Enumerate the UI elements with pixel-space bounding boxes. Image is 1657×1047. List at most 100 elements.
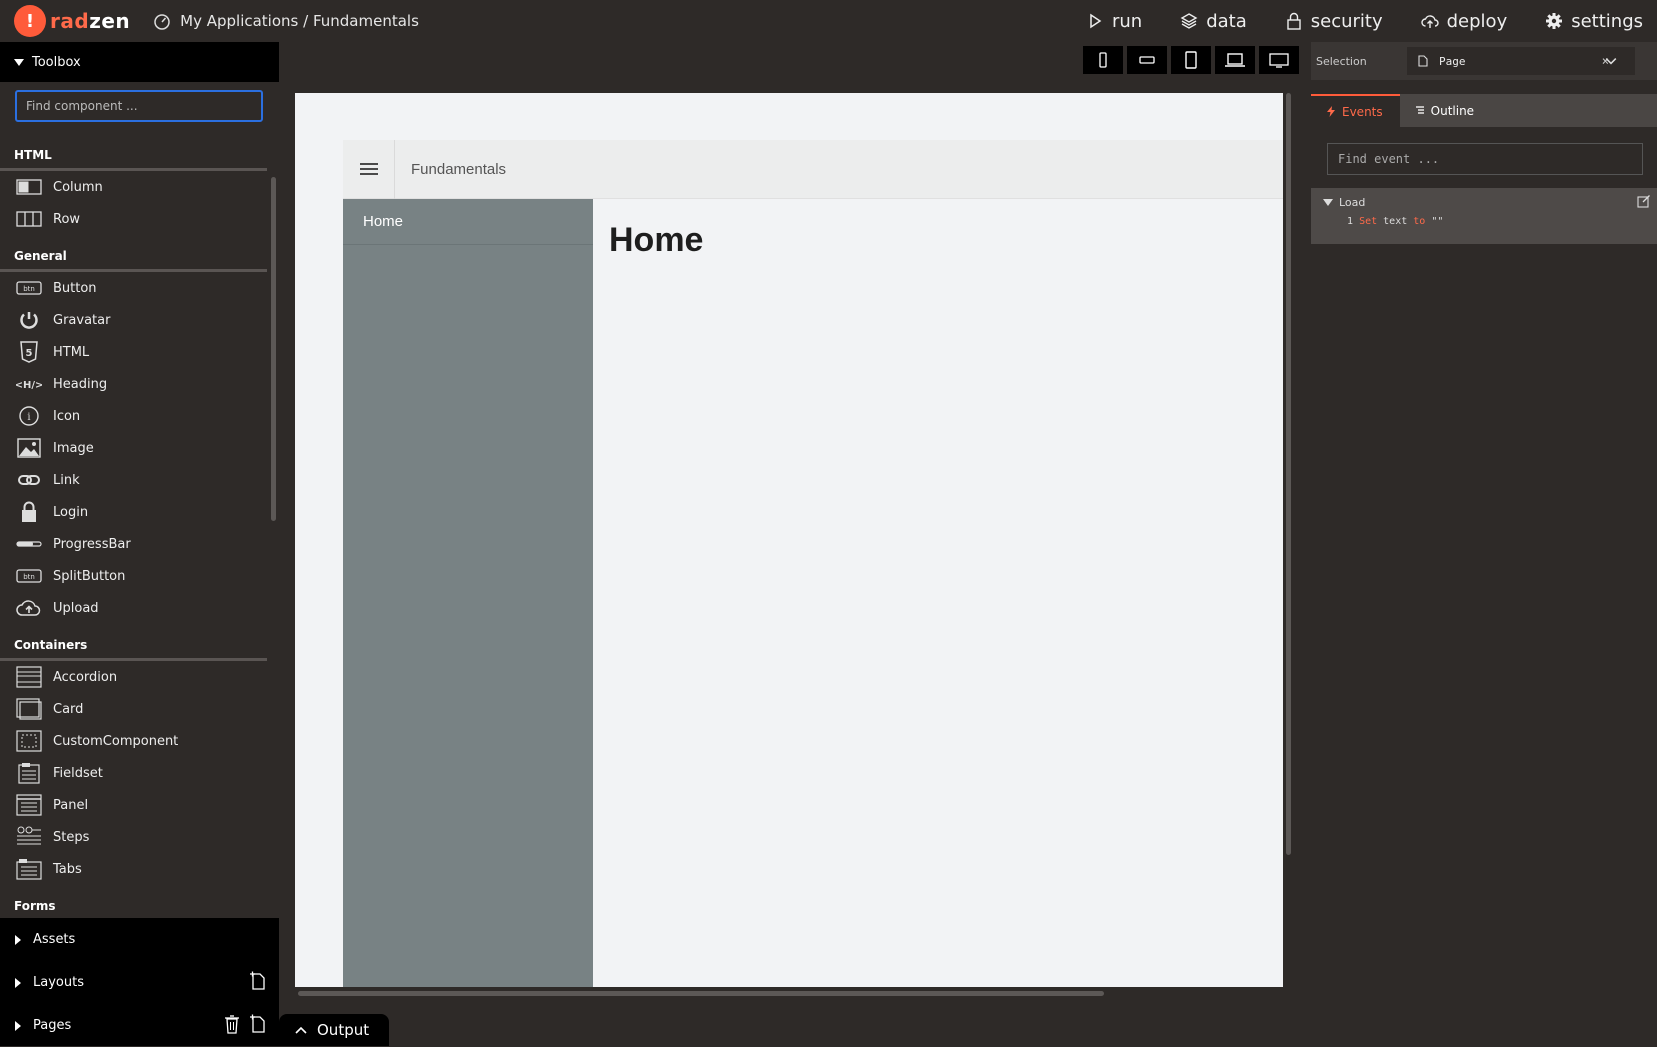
accordion-icon — [16, 666, 42, 688]
tool-accordion[interactable]: Accordion — [0, 661, 279, 693]
tool-panel[interactable]: Panel — [0, 789, 279, 821]
customcomponent-icon — [16, 730, 42, 752]
tool-link[interactable]: Link — [0, 464, 279, 496]
toolbox-sidebar: Toolbox HTML Column Row General btnButto… — [0, 42, 279, 1046]
expand-triangle-icon — [15, 977, 21, 988]
svg-text:btn: btn — [23, 285, 35, 293]
design-canvas[interactable]: Fundamentals Home Home — [295, 93, 1283, 987]
tool-fieldset[interactable]: Fieldset — [0, 757, 279, 789]
app-title: Fundamentals — [411, 160, 507, 178]
device-phone-portrait-button[interactable] — [1083, 46, 1123, 74]
load-event-block[interactable]: Load 1 Set text to "" — [1311, 188, 1657, 244]
selection-label: Selection — [1316, 54, 1367, 68]
logo-text: radzen — [50, 9, 131, 33]
tool-splitbutton[interactable]: btn SplitButton — [0, 560, 279, 592]
cloud-upload-icon — [1420, 15, 1439, 28]
tab-outline[interactable]: Outline — [1400, 94, 1491, 127]
app-header[interactable]: Fundamentals — [343, 139, 1283, 199]
find-component-input[interactable] — [15, 90, 263, 122]
tool-image[interactable]: Image — [0, 432, 279, 464]
tool-login[interactable]: Login — [0, 496, 279, 528]
nav-data[interactable]: data — [1180, 11, 1247, 32]
lightning-icon — [1327, 106, 1335, 117]
toolbox-header[interactable]: Toolbox — [0, 42, 279, 82]
event-action-line[interactable]: 1 Set text to "" — [1311, 216, 1657, 227]
properties-panel: Selection Page × Events Outline Load 1 S… — [1311, 42, 1657, 1046]
phone-portrait-icon — [1099, 52, 1107, 68]
tablet-icon — [1185, 51, 1197, 69]
link-icon — [18, 475, 40, 485]
tool-gravatar[interactable]: Gravatar — [0, 304, 279, 336]
info-icon: i — [19, 406, 39, 426]
gear-icon — [1546, 13, 1563, 29]
pages-panel[interactable]: Pages — [0, 1004, 279, 1047]
device-laptop-button[interactable] — [1215, 46, 1255, 74]
nav-deploy[interactable]: deploy — [1420, 11, 1507, 32]
hamburger-icon — [359, 163, 378, 175]
output-tab[interactable]: Output — [279, 1014, 389, 1046]
sidebar-item-home[interactable]: Home — [343, 199, 593, 245]
tool-steps[interactable]: Steps — [0, 821, 279, 853]
toolbox-scrollbar[interactable] — [271, 177, 276, 521]
breadcrumb[interactable]: My Applications / Fundamentals — [152, 11, 419, 31]
radzen-logo[interactable]: ! radzen — [14, 5, 130, 37]
assets-panel[interactable]: Assets — [0, 918, 279, 961]
find-event-input[interactable] — [1327, 143, 1643, 175]
play-icon — [1090, 13, 1102, 29]
fieldset-icon — [18, 763, 40, 784]
device-tablet-button[interactable] — [1171, 46, 1211, 74]
breadcrumb-text: My Applications / Fundamentals — [180, 12, 419, 30]
nav-run[interactable]: run — [1086, 11, 1142, 32]
page-icon — [1418, 55, 1428, 67]
toolbox-list[interactable]: HTML Column Row General btn Button Gravat… — [0, 134, 279, 960]
dashboard-icon — [154, 14, 170, 30]
tool-icon[interactable]: i Icon — [0, 400, 279, 432]
tool-button[interactable]: btn Button — [0, 272, 279, 304]
panel-tabs: Events Outline — [1311, 94, 1657, 127]
row-icon — [16, 211, 42, 227]
nav-settings-label: settings — [1571, 10, 1643, 32]
device-desktop-button[interactable] — [1259, 46, 1299, 74]
splitbutton-icon: btn — [16, 569, 42, 583]
tab-events[interactable]: Events — [1311, 94, 1400, 127]
logo-mark: ! — [14, 5, 46, 37]
app-sidebar[interactable]: Home — [343, 199, 593, 987]
edit-event-icon[interactable] — [1637, 194, 1651, 208]
device-phone-landscape-button[interactable] — [1127, 46, 1167, 74]
canvas-horizontal-scrollbar[interactable] — [298, 991, 1104, 996]
tool-row[interactable]: Row — [0, 203, 279, 235]
tool-upload[interactable]: Upload — [0, 592, 279, 624]
tool-tabs[interactable]: Tabs — [0, 853, 279, 885]
html5-icon: 5 — [20, 341, 38, 363]
page-heading[interactable]: Home — [609, 221, 703, 260]
column-icon — [16, 179, 42, 195]
tool-progressbar[interactable]: ProgressBar — [0, 528, 279, 560]
collapse-triangle-icon — [1323, 198, 1333, 206]
toolbox-title: Toolbox — [32, 54, 81, 70]
toolbox-search-wrap — [0, 82, 279, 130]
tool-card[interactable]: Card — [0, 693, 279, 725]
layouts-panel[interactable]: Layouts — [0, 961, 279, 1004]
nav-security[interactable]: security — [1285, 11, 1383, 32]
svg-text:<H/>: <H/> — [16, 380, 42, 391]
tool-heading[interactable]: <H/> Heading — [0, 368, 279, 400]
load-event-header[interactable]: Load — [1311, 188, 1657, 216]
laptop-icon — [1225, 53, 1245, 67]
section-containers: Containers — [0, 624, 267, 661]
canvas-vertical-scrollbar[interactable] — [1286, 93, 1291, 855]
tool-customcomponent[interactable]: CustomComponent — [0, 725, 279, 757]
nav-settings[interactable]: settings — [1545, 11, 1643, 32]
new-page-icon[interactable] — [249, 1014, 267, 1034]
steps-icon — [17, 826, 41, 845]
tool-html[interactable]: 5 HTML — [0, 336, 279, 368]
new-layout-icon[interactable] — [249, 971, 267, 991]
hamburger-menu-button[interactable] — [343, 139, 395, 199]
phone-landscape-icon — [1139, 56, 1155, 64]
top-bar: ! radzen My Applications / Fundamentals … — [0, 0, 1657, 42]
tool-column[interactable]: Column — [0, 171, 279, 203]
nav-security-label: security — [1310, 10, 1383, 32]
gravatar-icon — [20, 312, 38, 329]
selection-dropdown[interactable]: Page × — [1407, 47, 1635, 75]
chevron-down-icon[interactable] — [1605, 55, 1617, 67]
trash-icon[interactable] — [223, 1014, 241, 1034]
